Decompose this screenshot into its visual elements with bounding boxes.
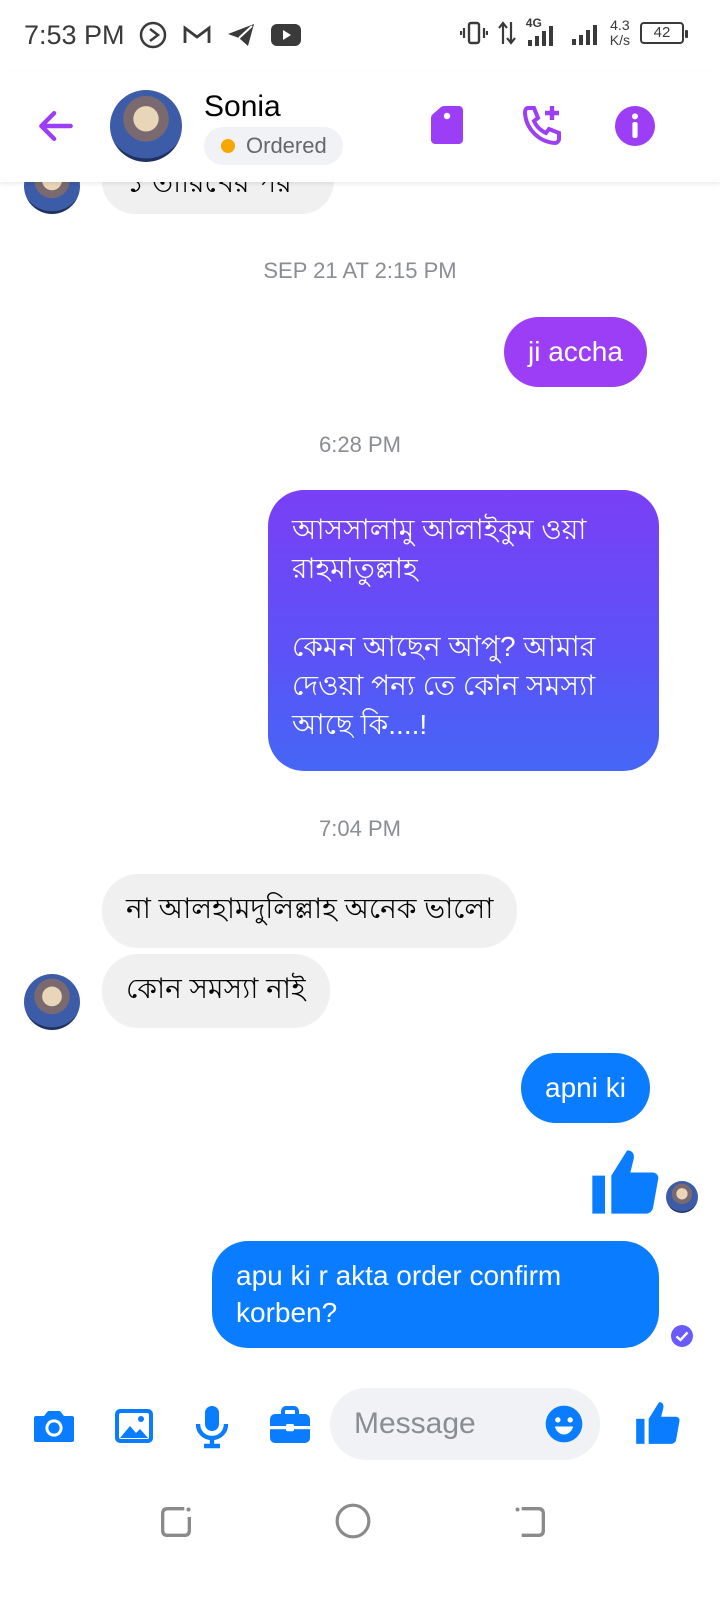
home-icon[interactable] (334, 1502, 372, 1540)
message-text: apu ki r akta order confirm (236, 1260, 562, 1291)
outgoing-message[interactable]: apni ki (521, 1053, 650, 1123)
message-text: korben? (236, 1297, 338, 1328)
add-call-icon[interactable] (518, 102, 566, 150)
seen-avatar (666, 1181, 698, 1213)
message-text: কেমন আছেন আপু? আমার (292, 631, 596, 662)
contact-avatar[interactable] (110, 90, 182, 162)
status-label: Ordered (246, 133, 327, 158)
contact-avatar-small[interactable] (24, 974, 80, 1030)
message-text: ji accha (528, 336, 623, 367)
microphone-icon[interactable] (188, 1402, 236, 1450)
contact-name[interactable]: Sonia (204, 90, 281, 124)
info-icon[interactable] (611, 102, 659, 150)
timestamp: SEP 21 AT 2:15 PM (263, 258, 457, 283)
message-text: apni ki (545, 1072, 626, 1103)
outgoing-message[interactable]: apu ki r akta order confirm korben? (212, 1241, 659, 1348)
gallery-icon[interactable] (110, 1402, 158, 1450)
emoji-icon[interactable] (544, 1404, 584, 1444)
message-text: না আলহামদুলিল্লাহ অনেক ভালো (126, 893, 494, 924)
timestamp: 7:04 PM (319, 816, 401, 841)
timestamp: 6:28 PM (319, 432, 401, 457)
briefcase-icon[interactable] (266, 1402, 314, 1450)
outgoing-message[interactable]: ji accha (504, 317, 647, 387)
back-nav-icon[interactable] (510, 1502, 550, 1542)
like-icon[interactable] (632, 1398, 682, 1448)
chat-header: Sonia Ordered (0, 72, 720, 182)
incoming-message[interactable]: কোন সমস্যা নাই (102, 954, 330, 1028)
delivered-check-icon (671, 1325, 693, 1347)
camera-icon[interactable] (30, 1402, 78, 1450)
incoming-message[interactable]: না আলহামদুলিল্লাহ অনেক ভালো (102, 874, 518, 948)
message-text: আসসালামু আলাইকুম ওয়া (292, 514, 587, 545)
message-text: কোন সমস্যা নাই (126, 973, 306, 1004)
contact-status-badge[interactable]: Ordered (204, 127, 343, 165)
message-text: আছে কি....! (292, 709, 428, 740)
system-nav-bar (0, 1480, 720, 1600)
status-dot (221, 139, 235, 153)
message-composer (0, 1380, 720, 1470)
tag-icon[interactable] (423, 102, 471, 150)
conversation[interactable]: ১ তারিখের পর SEP 21 AT 2:15 PM ji accha … (0, 0, 720, 1600)
message-text: দেওয়া পন্য তে কোন সমস্যা (292, 670, 596, 701)
outgoing-message[interactable]: আসসালামু আলাইকুম ওয়া রাহমাতুল্লাহ কেমন … (268, 490, 659, 771)
recents-icon[interactable] (156, 1502, 196, 1542)
thumbs-up-sticker[interactable] (586, 1144, 662, 1220)
message-text: রাহমাতুল্লাহ (292, 553, 418, 584)
back-arrow-icon[interactable] (34, 104, 78, 148)
